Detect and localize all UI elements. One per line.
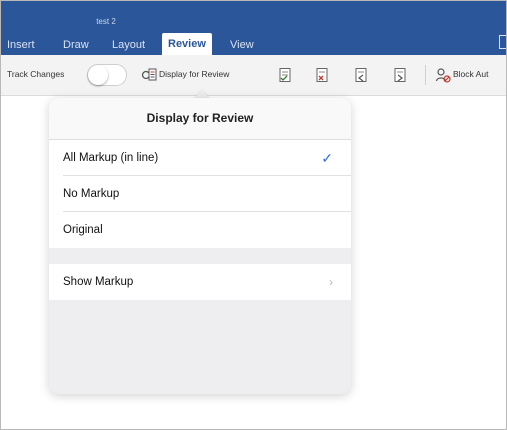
accept-change-icon[interactable] — [278, 67, 292, 83]
option-label: Original — [63, 224, 103, 236]
option-label: All Markup (in line) — [63, 152, 159, 164]
option-label: No Markup — [63, 188, 120, 200]
review-ribbon: Track Changes Display for Review Block A… — [1, 55, 506, 96]
option-original[interactable]: Original — [49, 212, 351, 248]
block-authors-button[interactable]: Block Aut — [453, 69, 488, 79]
show-markup-label: Show Markup — [63, 276, 134, 288]
title-bar: test 2 Insert Draw Layout Review View — [1, 1, 506, 55]
tab-review[interactable]: Review — [162, 33, 212, 55]
next-change-icon[interactable] — [393, 67, 407, 83]
reject-change-icon[interactable] — [315, 67, 329, 83]
tab-view[interactable]: View — [230, 35, 254, 55]
app-window: test 2 Insert Draw Layout Review View Tr… — [0, 0, 507, 430]
track-changes-label: Track Changes — [7, 69, 65, 79]
show-markup-item[interactable]: Show Markup › — [49, 264, 351, 300]
chevron-right-icon: › — [329, 275, 333, 289]
option-all-markup-inline[interactable]: All Markup (in line) ✓ — [49, 140, 351, 176]
option-no-markup[interactable]: No Markup — [49, 176, 351, 212]
popover-title: Display for Review — [49, 98, 351, 140]
previous-change-icon[interactable] — [354, 67, 368, 83]
tab-draw[interactable]: Draw — [63, 35, 89, 55]
toggle-knob — [88, 65, 108, 85]
display-for-review-button[interactable]: Display for Review — [159, 69, 229, 79]
tab-layout[interactable]: Layout — [112, 35, 145, 55]
window-icon[interactable] — [499, 35, 506, 49]
ribbon-separator — [425, 65, 426, 85]
display-for-review-icon[interactable] — [141, 67, 157, 83]
track-changes-toggle[interactable] — [87, 64, 127, 86]
tab-insert[interactable]: Insert — [7, 35, 35, 55]
block-authors-icon[interactable] — [435, 67, 451, 83]
checkmark-icon: ✓ — [321, 150, 333, 166]
document-title: test 2 — [96, 17, 116, 26]
display-for-review-popover: Display for Review All Markup (in line) … — [49, 98, 351, 394]
